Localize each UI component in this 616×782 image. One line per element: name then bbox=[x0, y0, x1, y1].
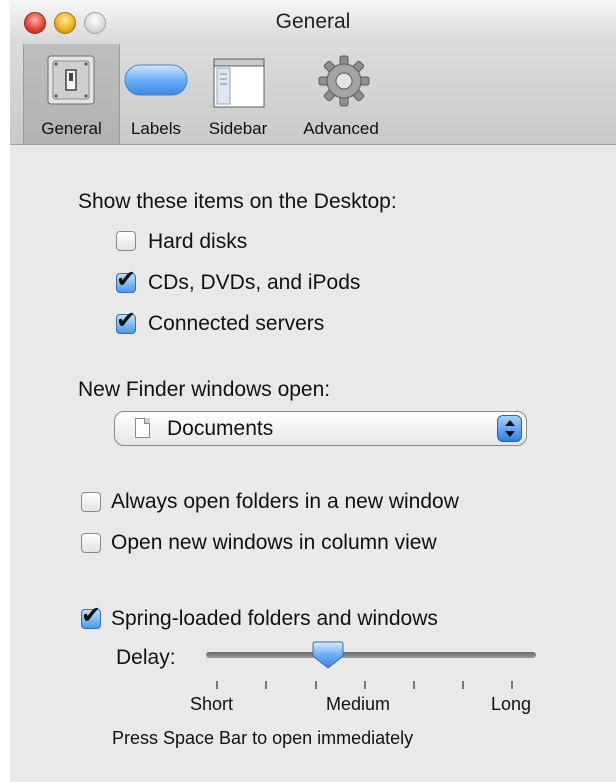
slider-tick bbox=[216, 681, 218, 689]
tab-general-label: General bbox=[41, 119, 102, 138]
tab-advanced[interactable]: Advanced bbox=[285, 44, 397, 144]
sidebar-window-icon bbox=[213, 58, 265, 113]
tab-sidebar[interactable]: Sidebar bbox=[197, 44, 279, 144]
window-title: General bbox=[275, 10, 351, 33]
delay-slider-track[interactable] bbox=[206, 652, 536, 658]
slider-tick bbox=[462, 681, 464, 689]
connected-servers-checkbox[interactable]: ✔ bbox=[116, 308, 136, 334]
labels-pill-icon bbox=[124, 64, 188, 101]
tab-general[interactable]: General bbox=[23, 44, 120, 144]
new-window-heading: New Finder windows open: bbox=[78, 378, 331, 401]
preferences-toolbar: General Labels Sidebar Advanced bbox=[10, 44, 616, 145]
delay-slider-thumb[interactable] bbox=[312, 640, 344, 670]
cds-dvds-ipods-checkbox[interactable]: ✔ bbox=[116, 267, 136, 293]
slider-tick bbox=[511, 681, 513, 689]
new-window-location-popup[interactable]: Documents bbox=[114, 411, 527, 446]
delay-long-label: Long bbox=[491, 694, 532, 714]
spacebar-hint: Press Space Bar to open immediately bbox=[112, 728, 414, 748]
checkmark-icon: ✔ bbox=[116, 265, 137, 293]
tab-advanced-label: Advanced bbox=[303, 119, 379, 138]
finder-preferences-window: General General Labels Sidebar Advanced … bbox=[10, 0, 616, 782]
hard-disks-label: Hard disks bbox=[148, 230, 248, 253]
desktop-items-heading: Show these items on the Desktop: bbox=[78, 190, 397, 213]
delay-medium-label: Medium bbox=[326, 694, 391, 714]
new-window-location-value: Documents bbox=[167, 417, 274, 440]
gear-icon bbox=[317, 54, 371, 113]
document-icon bbox=[135, 418, 150, 438]
popup-arrows-icon bbox=[497, 415, 522, 442]
slider-tick bbox=[364, 681, 366, 689]
delay-short-label: Short bbox=[190, 694, 234, 714]
checkmark-icon: ✔ bbox=[116, 306, 137, 334]
hard-disks-checkbox[interactable] bbox=[116, 231, 136, 251]
slider-tick bbox=[413, 681, 415, 689]
general-switch-icon bbox=[47, 55, 95, 110]
column-view-label: Open new windows in column view bbox=[111, 531, 437, 554]
delay-label: Delay: bbox=[116, 646, 176, 669]
always-open-new-window-checkbox[interactable] bbox=[81, 492, 101, 512]
slider-tick bbox=[315, 681, 317, 689]
connected-servers-label: Connected servers bbox=[148, 312, 325, 335]
tab-labels[interactable]: Labels bbox=[121, 44, 191, 144]
tab-sidebar-label: Sidebar bbox=[208, 119, 268, 138]
always-open-new-window-label: Always open folders in a new window bbox=[111, 490, 459, 513]
column-view-checkbox[interactable] bbox=[81, 533, 101, 553]
checkmark-icon: ✔ bbox=[81, 601, 102, 629]
tab-labels-label: Labels bbox=[130, 119, 182, 138]
slider-tick bbox=[265, 681, 267, 689]
title-bar: General bbox=[10, 0, 616, 45]
cds-dvds-ipods-label: CDs, DVDs, and iPods bbox=[148, 271, 361, 294]
spring-loaded-checkbox[interactable]: ✔ bbox=[81, 603, 101, 629]
spring-loaded-label: Spring-loaded folders and windows bbox=[111, 607, 438, 630]
